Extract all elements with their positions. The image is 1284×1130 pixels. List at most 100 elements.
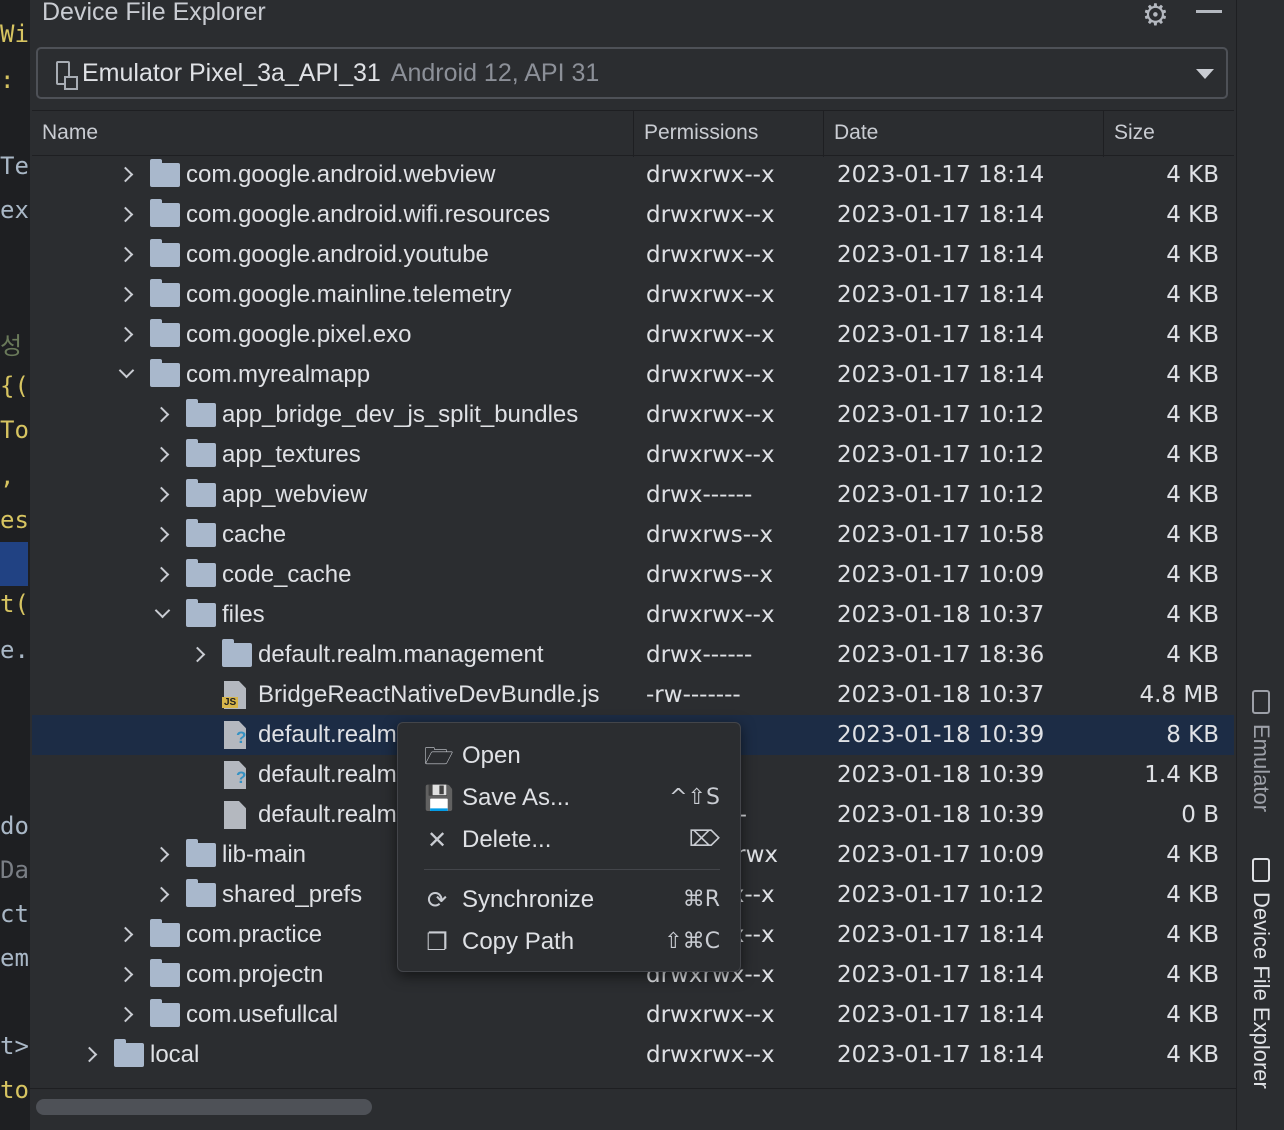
- name-cell: com.google.android.youtube: [32, 235, 635, 275]
- size-cell: 4 KB: [1166, 1002, 1219, 1028]
- menu-item-save-as[interactable]: 💾 Save As... ^⇧S: [398, 777, 740, 819]
- minimize-icon[interactable]: [1196, 10, 1222, 13]
- chevron-right-icon[interactable]: [152, 835, 172, 875]
- date-cell: 2023-01-17 18:14: [837, 202, 1045, 228]
- sync-icon: ⟳: [426, 886, 448, 914]
- size-cell: 4 KB: [1166, 922, 1219, 948]
- table-row[interactable]: com.google.pixel.exo drwxrwx--x 2023-01-17…: [32, 315, 1234, 355]
- size-cell: 4 KB: [1166, 242, 1219, 268]
- folder-icon: [222, 639, 252, 667]
- date-cell: 2023-01-17 10:12: [837, 482, 1045, 508]
- chevron-down-icon[interactable]: [152, 595, 172, 635]
- chevron-right-icon[interactable]: [116, 195, 136, 235]
- menu-item-open[interactable]: 🗁 Open: [398, 735, 740, 777]
- table-row[interactable]: JS BridgeReactNativeDevBundle.js -rw------…: [32, 675, 1234, 715]
- table-row[interactable]: com.google.android.webview drwxrwx--x 2023…: [32, 155, 1234, 195]
- table-row[interactable]: com.google.mainline.telemetry drwxrwx--x 2…: [32, 275, 1234, 315]
- table-row[interactable]: cache drwxrws--x 2023-01-17 10:58 4 KB: [32, 515, 1234, 555]
- device-selector[interactable]: Emulator Pixel_3a_API_31 Android 12, API…: [36, 47, 1228, 99]
- column-header-name[interactable]: Name: [32, 111, 634, 157]
- table-row[interactable]: app_webview drwx------ 2023-01-17 10:12 4 K…: [32, 475, 1234, 515]
- file-name: com.google.android.webview: [186, 161, 496, 188]
- name-cell: app_webview: [32, 475, 635, 515]
- table-row[interactable]: default.realm.management drwx------ 2023-0…: [32, 635, 1234, 675]
- table-row[interactable]: local drwxrwx--x 2023-01-17 18:14 4 KB: [32, 1035, 1234, 1075]
- column-header-permissions[interactable]: Permissions: [634, 111, 824, 157]
- editor-code-fragment: e.: [0, 636, 29, 664]
- folder-icon: [150, 999, 180, 1027]
- file-name: cache: [222, 521, 287, 548]
- permissions-cell: drwxrwx--x: [646, 602, 775, 628]
- date-cell: 2023-01-17 18:14: [837, 322, 1045, 348]
- column-header-date[interactable]: Date: [824, 111, 1104, 157]
- js-badge-icon: JS: [222, 697, 239, 708]
- size-cell: 4 KB: [1166, 642, 1219, 668]
- chevron-right-icon[interactable]: [116, 275, 136, 315]
- horizontal-scrollbar[interactable]: [30, 1088, 1236, 1130]
- permissions-cell: -rw-------: [646, 682, 741, 708]
- table-row[interactable]: files drwxrwx--x 2023-01-18 10:37 4 KB: [32, 595, 1234, 635]
- date-cell: 2023-01-17 10:12: [837, 402, 1045, 428]
- menu-item-delete[interactable]: ✕ Delete... ⌦: [398, 819, 740, 861]
- permissions-cell: drwxrwx--x: [646, 242, 775, 268]
- table-row[interactable]: code_cache drwxrws--x 2023-01-17 10:09 4 KB: [32, 555, 1234, 595]
- date-cell: 2023-01-17 10:58: [837, 522, 1045, 548]
- table-row[interactable]: app_textures drwxrwx--x 2023-01-17 10:12 4 …: [32, 435, 1234, 475]
- size-cell: 4 KB: [1166, 962, 1219, 988]
- permissions-cell: drwxrwx--x: [646, 282, 775, 308]
- table-row[interactable]: com.google.android.wifi.resources drwxrwx…: [32, 195, 1234, 235]
- chevron-right-icon[interactable]: [80, 1035, 100, 1075]
- table-row[interactable]: com.google.android.youtube drwxrwx--x 2023…: [32, 235, 1234, 275]
- chevron-down-icon[interactable]: [1196, 69, 1214, 79]
- gear-icon[interactable]: ⚙: [1142, 0, 1169, 33]
- table-row[interactable]: com.usefullcal drwxrwx--x 2023-01-17 18:14…: [32, 995, 1234, 1035]
- folder-icon: [150, 239, 180, 267]
- date-cell: 2023-01-18 10:37: [837, 602, 1045, 628]
- chevron-down-icon[interactable]: [116, 355, 136, 395]
- question-mark-icon: ?: [236, 728, 247, 747]
- menu-item-copy-path[interactable]: ❐ Copy Path ⇧⌘C: [398, 921, 740, 963]
- table-row[interactable]: com.myrealmapp drwxrwx--x 2023-01-17 18:14…: [32, 355, 1234, 395]
- chevron-right-icon[interactable]: [152, 515, 172, 555]
- chevron-right-icon[interactable]: [116, 955, 136, 995]
- permissions-cell: drwxrwx--x: [646, 362, 775, 388]
- chevron-right-icon[interactable]: [152, 435, 172, 475]
- file-name: com.google.android.youtube: [186, 241, 489, 268]
- permissions-cell: drwxrws--x: [646, 562, 773, 588]
- column-header-size[interactable]: Size: [1104, 111, 1234, 157]
- menu-item-shortcut: ⇧⌘C: [664, 929, 720, 954]
- scrollbar-thumb[interactable]: [36, 1099, 372, 1115]
- tab-device-file-explorer[interactable]: Device File Explorer: [1237, 838, 1283, 1108]
- folder-icon: [186, 519, 216, 547]
- editor-code-fragment: Wi: [0, 20, 29, 48]
- editor-code-fragment: t(: [0, 590, 29, 618]
- menu-item-label: Open: [462, 742, 521, 769]
- size-cell: 4 KB: [1166, 1042, 1219, 1068]
- tab-emulator[interactable]: Emulator: [1241, 690, 1281, 812]
- chevron-right-icon[interactable]: [116, 315, 136, 355]
- folder-icon: [186, 879, 216, 907]
- folder-icon: [150, 199, 180, 227]
- chevron-right-icon[interactable]: [188, 635, 208, 675]
- chevron-right-icon[interactable]: [116, 235, 136, 275]
- chevron-right-icon[interactable]: [152, 555, 172, 595]
- chevron-right-icon[interactable]: [116, 155, 136, 195]
- date-cell: 2023-01-17 18:14: [837, 1002, 1045, 1028]
- menu-item-shortcut: ⌘R: [682, 887, 720, 912]
- menu-item-synchronize[interactable]: ⟳ Synchronize ⌘R: [398, 879, 740, 921]
- editor-code-fragment: To: [0, 416, 29, 444]
- editor-selection-highlight: [0, 542, 28, 586]
- chevron-right-icon[interactable]: [152, 475, 172, 515]
- editor-code-fragment: Te: [0, 152, 29, 180]
- folder-icon: [150, 319, 180, 347]
- folder-icon: [186, 559, 216, 587]
- panel-title: Device File Explorer: [42, 0, 266, 26]
- chevron-right-icon[interactable]: [152, 395, 172, 435]
- date-cell: 2023-01-18 10:39: [837, 722, 1045, 748]
- chevron-right-icon[interactable]: [152, 875, 172, 915]
- context-menu: 🗁 Open 💾 Save As... ^⇧S ✕ Delete... ⌦ ⟳ Synchroni…: [397, 722, 741, 972]
- table-row[interactable]: app_bridge_dev_js_split_bundles drwxrwx--…: [32, 395, 1234, 435]
- chevron-right-icon[interactable]: [116, 915, 136, 955]
- editor-code-fragment: :: [0, 66, 15, 94]
- chevron-right-icon[interactable]: [116, 995, 136, 1035]
